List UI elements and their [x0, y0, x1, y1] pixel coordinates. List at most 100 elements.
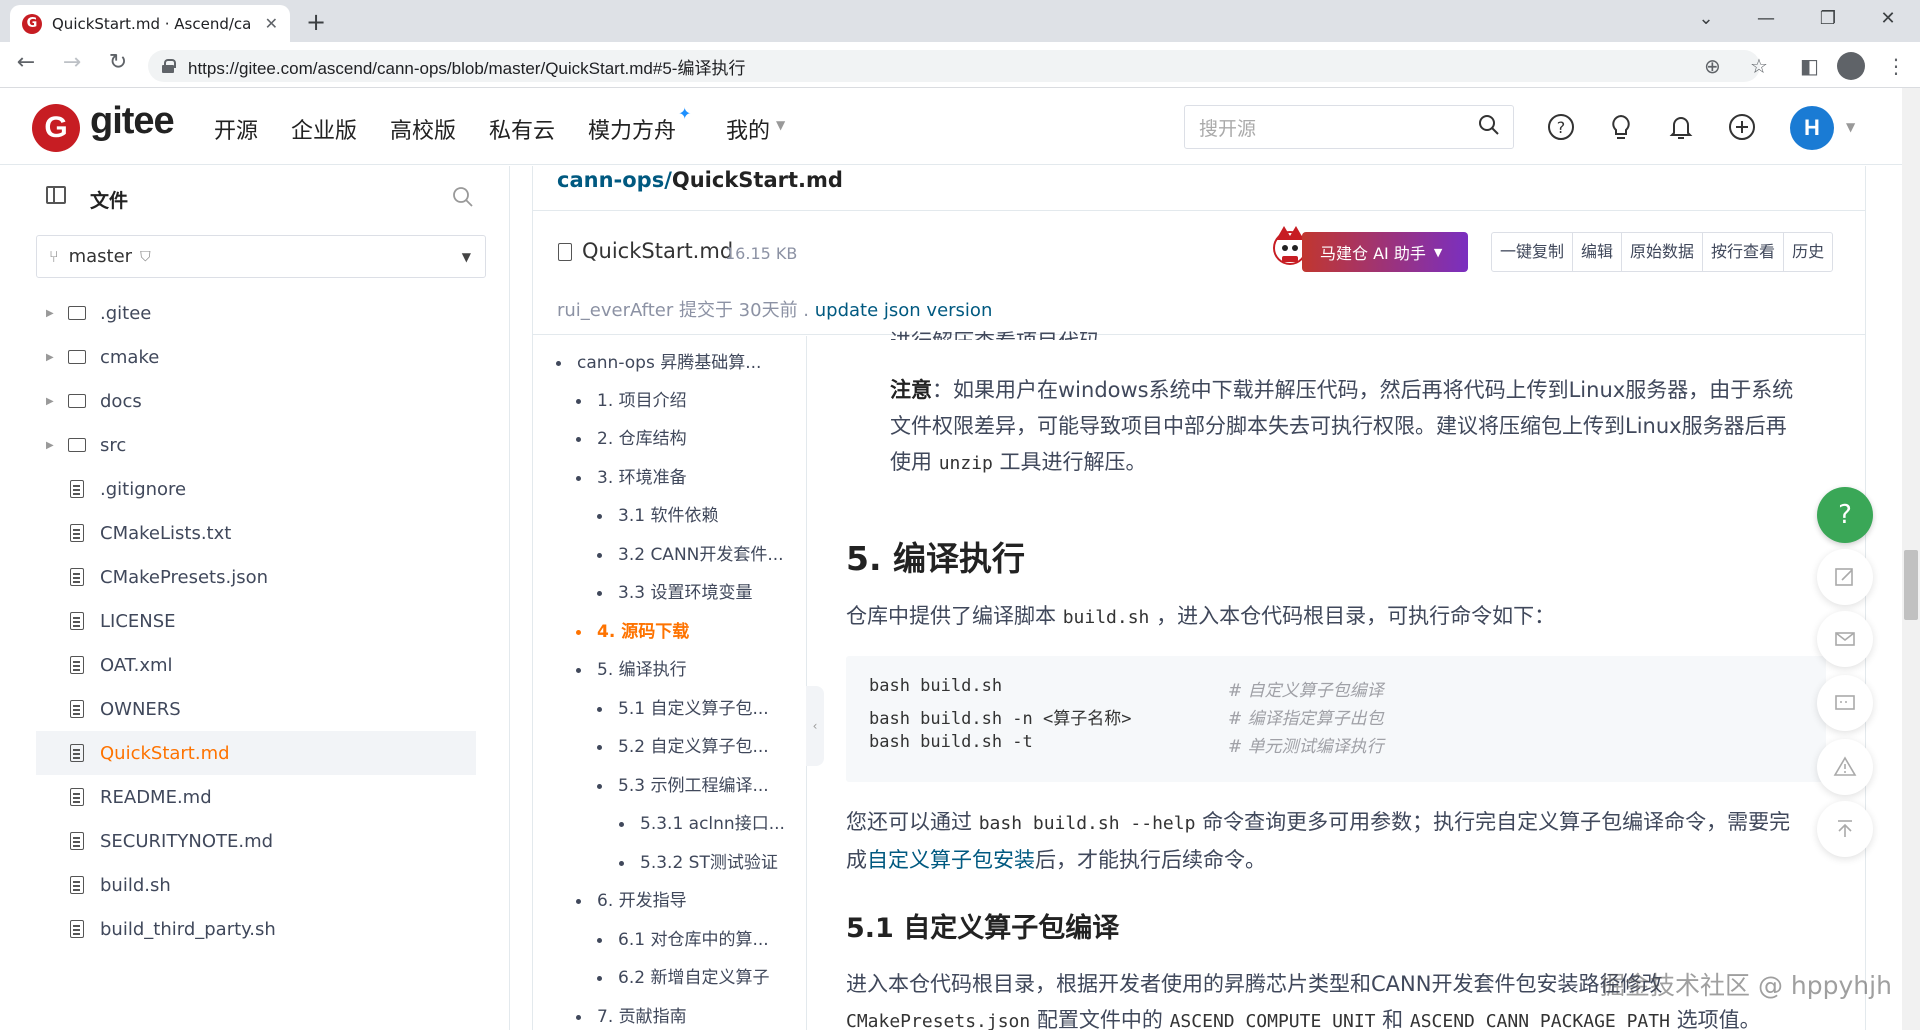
toc-item[interactable]: 6.2 新增自定义算子 — [597, 963, 769, 988]
tree-file-build-sh[interactable]: build.sh — [36, 863, 476, 907]
float-mail-button[interactable] — [1817, 611, 1873, 667]
bullet-icon — [597, 784, 602, 789]
tree-folder-gitee[interactable]: ▶ .gitee — [36, 291, 476, 335]
new-tab-icon[interactable]: + — [306, 8, 326, 36]
bullet-icon — [597, 976, 602, 981]
toc-item-active[interactable]: 4. 源码下载 — [576, 617, 689, 642]
tree-file-quickstart[interactable]: QuickStart.md — [36, 731, 476, 775]
toc-item[interactable]: 5.3 示例工程编译... — [597, 771, 769, 796]
tree-file-gitignore[interactable]: .gitignore — [36, 467, 476, 511]
tab-search-chevron-icon[interactable]: ⌄ — [1686, 8, 1726, 29]
history-button[interactable]: 历史 — [1784, 233, 1832, 271]
nav-open-source[interactable]: 开源 — [214, 113, 258, 145]
expand-arrow-icon[interactable]: ▶ — [46, 440, 62, 451]
window-close-icon[interactable]: ✕ — [1868, 8, 1908, 29]
tree-folder-docs[interactable]: ▶ docs — [36, 379, 476, 423]
minimize-icon[interactable]: — — [1746, 8, 1786, 29]
toc-item[interactable]: cann-ops 昇腾基础算... — [556, 348, 761, 373]
ai-assistant-button[interactable]: 马建仓 AI 助手 ▼ — [1302, 232, 1468, 272]
help-circle-icon[interactable]: ? — [1546, 112, 1576, 142]
tree-file-cmakepresets[interactable]: CMakePresets.json — [36, 555, 476, 599]
profile-avatar-icon[interactable] — [1837, 52, 1865, 80]
install-link[interactable]: 自定义算子包安装 — [867, 848, 1035, 872]
search-icon[interactable] — [452, 186, 474, 208]
tree-folder-cmake[interactable]: ▶ cmake — [36, 335, 476, 379]
floating-help-button[interactable]: ? — [1817, 487, 1873, 543]
nav-mine[interactable]: 我的 — [726, 113, 770, 145]
search-input[interactable]: 搜开源 — [1184, 105, 1514, 149]
toc-collapse-handle[interactable]: ‹ — [806, 686, 824, 766]
toc-item[interactable]: 5.3.1 aclnn接口... — [619, 809, 785, 834]
float-comment-button[interactable] — [1817, 675, 1873, 731]
copy-all-button[interactable]: 一键复制 — [1492, 233, 1573, 271]
expand-arrow-icon[interactable]: ▶ — [46, 308, 62, 319]
toc-item[interactable]: 3.3 设置环境变量 — [597, 578, 752, 603]
back-icon[interactable]: ← — [10, 50, 42, 75]
search-icon[interactable] — [1478, 114, 1500, 136]
float-edit-button[interactable] — [1817, 549, 1873, 605]
toc-item[interactable]: 7. 贡献指南 — [576, 1002, 687, 1027]
raw-button[interactable]: 原始数据 — [1622, 233, 1703, 271]
breadcrumb-repo[interactable]: cann-ops — [557, 168, 664, 192]
arrow-up-icon — [1833, 817, 1857, 841]
tree-file-build-third-party[interactable]: build_third_party.sh — [36, 907, 476, 951]
user-menu-chevron-icon[interactable]: ▼ — [1846, 120, 1855, 134]
commit-message-link[interactable]: update json version — [815, 300, 993, 321]
tree-file-readme[interactable]: README.md — [36, 775, 476, 819]
gitee-logo-text[interactable]: gitee — [90, 100, 174, 143]
zoom-icon[interactable]: ⊕ — [1704, 54, 1721, 78]
toc-item[interactable]: 5.2 自定义算子包... — [597, 732, 769, 757]
lightbulb-icon[interactable] — [1606, 112, 1636, 142]
restore-icon[interactable]: ❐ — [1808, 8, 1848, 29]
branch-select[interactable]: ⑂ master ⛉ ▼ — [36, 235, 486, 278]
notification-bell-icon[interactable] — [1666, 112, 1696, 142]
nav-moli-fangzhou[interactable]: 模力方舟 — [588, 113, 676, 145]
bookmark-star-icon[interactable]: ☆ — [1750, 54, 1768, 78]
tab-close-icon[interactable]: ✕ — [265, 14, 278, 33]
toc-item[interactable]: 3.2 CANN开发套件... — [597, 540, 784, 565]
browser-tab[interactable]: G QuickStart.md · Ascend/cann ✕ — [10, 5, 290, 42]
scrollbar-thumb[interactable] — [1904, 550, 1918, 620]
chevron-down-icon[interactable]: ▼ — [776, 118, 785, 132]
reload-icon[interactable]: ↻ — [102, 50, 134, 75]
nav-private-cloud[interactable]: 私有云 — [489, 113, 555, 145]
side-panel-icon[interactable]: ◧ — [1800, 54, 1819, 78]
omnibox[interactable]: https://gitee.com/ascend/cann-ops/blob/m… — [148, 50, 1760, 82]
toc-item[interactable]: 2. 仓库结构 — [576, 424, 687, 449]
tree-folder-src[interactable]: ▶ src — [36, 423, 476, 467]
forward-icon[interactable]: → — [56, 50, 88, 75]
toc-item[interactable]: 5.3.2 ST测试验证 — [619, 848, 778, 873]
float-report-button[interactable] — [1817, 739, 1873, 795]
gitee-logo-icon[interactable]: G — [32, 104, 80, 152]
add-plus-icon[interactable] — [1727, 112, 1757, 142]
toc-item[interactable]: 6.1 对仓库中的算... — [597, 925, 769, 950]
toc-item[interactable]: 6. 开发指导 — [576, 886, 687, 911]
toggle-panel-icon[interactable] — [46, 186, 66, 204]
toc-item-label: 1. 项目介绍 — [597, 391, 687, 411]
nav-enterprise[interactable]: 企业版 — [291, 113, 357, 145]
toc-item-label: 6.2 新增自定义算子 — [618, 968, 769, 988]
toc-item[interactable]: 3.1 软件依赖 — [597, 501, 718, 526]
tree-file-owners[interactable]: OWNERS — [36, 687, 476, 731]
commit-info: rui_everAfter 提交于 30天前 . update json ver… — [557, 296, 992, 322]
back-to-top-button[interactable] — [1817, 801, 1873, 857]
user-avatar[interactable]: H — [1790, 106, 1834, 150]
code-block[interactable]: bash build.sh # 自定义算子包编译 bash build.sh -… — [846, 656, 1826, 782]
tree-file-license[interactable]: LICENSE — [36, 599, 476, 643]
toc-item[interactable]: 5.1 自定义算子包... — [597, 694, 769, 719]
edit-button[interactable]: 编辑 — [1573, 233, 1622, 271]
toc-item[interactable]: 5. 编译执行 — [576, 655, 687, 680]
tree-file-cmakelists[interactable]: CMakeLists.txt — [36, 511, 476, 555]
blame-button[interactable]: 按行查看 — [1703, 233, 1784, 271]
nav-education[interactable]: 高校版 — [390, 113, 456, 145]
toc-item[interactable]: 1. 项目介绍 — [576, 386, 687, 411]
toc-item-label: 5.2 自定义算子包... — [618, 737, 769, 757]
expand-arrow-icon[interactable]: ▶ — [46, 352, 62, 363]
tree-file-oat[interactable]: OAT.xml — [36, 643, 476, 687]
toc-item[interactable]: 3. 环境准备 — [576, 463, 687, 488]
tree-item-label: CMakeLists.txt — [100, 523, 231, 544]
expand-arrow-icon[interactable]: ▶ — [46, 396, 62, 407]
edit-icon — [1833, 565, 1857, 589]
chrome-menu-icon[interactable]: ⋮ — [1886, 54, 1906, 78]
tree-file-securitynote[interactable]: SECURITYNOTE.md — [36, 819, 476, 863]
